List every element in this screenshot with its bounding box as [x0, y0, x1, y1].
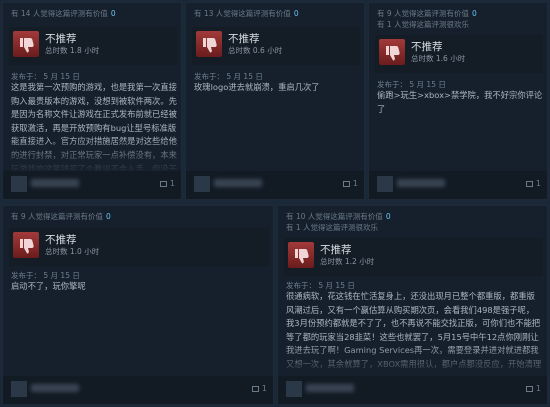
review-footer: 1: [369, 171, 547, 199]
verdict-label: 不推荐: [320, 244, 352, 256]
funny-count: 有 1 人觉得这篇评测很欢乐: [286, 223, 379, 232]
review-footer: 1: [278, 376, 547, 404]
review-card: 有 13 人觉得这篇评测有价值 0 不推荐 总时数 0.6 小时 发布于： 5 月…: [185, 2, 365, 200]
review-text: 启动不了，玩你擎呢: [11, 281, 86, 291]
playtime: 总时数 1.0 小时: [45, 247, 100, 256]
verdict-label: 不推荐: [45, 234, 77, 246]
like-count: 0: [385, 212, 391, 221]
review-footer: 1: [3, 171, 181, 199]
review-card: 有 9 人觉得这篇评测有价值 0 不推荐 总时数 1.0 小时 发布于： 5 月 …: [2, 205, 274, 405]
comment-icon: [159, 181, 167, 187]
like-count: 0: [472, 9, 477, 18]
like-count: 0: [106, 212, 111, 221]
verdict-label: 不推荐: [411, 41, 443, 53]
like-count: 0: [293, 9, 299, 18]
comment-icon: [525, 386, 533, 392]
playtime: 总时数 0.6 小时: [228, 46, 283, 55]
avatar[interactable]: [194, 176, 210, 192]
text-fade: [278, 344, 547, 378]
playtime: 总时数 1.6 小时: [411, 54, 466, 63]
thumbs-down-icon: [288, 242, 314, 268]
verdict-block: 不推荐 总时数 1.8 小时: [9, 27, 177, 65]
verdict-label: 不推荐: [45, 33, 77, 45]
review-card: 有 9 人觉得这篇评测有价值 0 有 1 人觉得这篇评测很欢乐 不推荐 总时数 1.…: [368, 2, 548, 200]
review-card: 有 14 人觉得这篇评测有价值 0 不推荐 总时数 1.8 小时 发布于： 5 月…: [2, 2, 182, 200]
review-text: 玫瑰logo进去就崩溃，重启几次了: [194, 82, 320, 92]
thumbs-down-icon: [13, 232, 39, 258]
text-fade: [3, 139, 181, 173]
like-count: 0: [110, 9, 116, 18]
verdict-block: 不推荐 总时数 1.2 小时: [284, 238, 543, 276]
comment-count[interactable]: 1: [525, 179, 541, 188]
verdict-block: 不推荐 总时数 0.6 小时: [192, 27, 360, 65]
review-card: 有 10 人觉得这篇评测有价值 0 有 1 人觉得这篇评测很欢乐 不推荐 总时数 1…: [277, 205, 548, 405]
thumbs-down-icon: [13, 31, 39, 57]
username[interactable]: [31, 384, 79, 392]
helpful-count: 有 9 人觉得这篇评测有价值 0: [11, 212, 111, 221]
username[interactable]: [397, 179, 445, 187]
verdict-block: 不推荐 总时数 1.6 小时: [375, 35, 543, 73]
comment-icon: [251, 386, 259, 392]
review-footer: 1: [3, 376, 273, 404]
avatar[interactable]: [377, 176, 393, 192]
username[interactable]: [214, 179, 262, 187]
comment-icon: [342, 181, 350, 187]
username[interactable]: [306, 384, 354, 392]
helpful-count: 有 14 人觉得这篇评测有价值 0: [11, 9, 116, 18]
comment-icon: [525, 181, 533, 187]
helpful-count: 有 13 人觉得这篇评测有价值 0: [194, 9, 299, 18]
helpful-count: 有 9 人觉得这篇评测有价值 0 有 1 人觉得这篇评测很欢乐: [377, 9, 477, 29]
verdict-block: 不推荐 总时数 1.0 小时: [9, 228, 269, 266]
avatar[interactable]: [286, 381, 302, 397]
review-footer: 1: [186, 171, 364, 199]
comment-count[interactable]: 1: [159, 179, 175, 188]
review-text: 偷跑>玩生>xbox>禁学院，我不好宗你评论了: [377, 90, 543, 114]
avatar[interactable]: [11, 381, 27, 397]
avatar[interactable]: [11, 176, 27, 192]
thumbs-down-icon: [379, 39, 405, 65]
thumbs-down-icon: [196, 31, 222, 57]
verdict-label: 不推荐: [228, 33, 260, 45]
comment-count[interactable]: 1: [525, 384, 541, 393]
funny-count: 有 1 人觉得这篇评测很欢乐: [377, 20, 470, 29]
playtime: 总时数 1.8 小时: [45, 46, 100, 55]
comment-count[interactable]: 1: [251, 384, 267, 393]
comment-count[interactable]: 1: [342, 179, 358, 188]
username[interactable]: [31, 179, 79, 187]
playtime: 总时数 1.2 小时: [320, 257, 375, 266]
helpful-count: 有 10 人觉得这篇评测有价值 0 有 1 人觉得这篇评测很欢乐: [286, 212, 391, 232]
